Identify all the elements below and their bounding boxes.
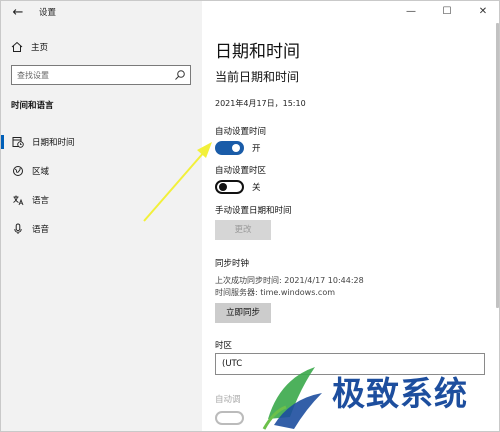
section-subtitle: 当前日期和时间: [215, 70, 300, 84]
calendar-clock-icon: [12, 137, 24, 148]
home-label: 主页: [31, 43, 49, 53]
auto-adjust-toggle[interactable]: [215, 411, 244, 425]
sync-now-button[interactable]: 立即同步: [215, 303, 271, 323]
change-button[interactable]: 更改: [215, 220, 271, 240]
search-input[interactable]: [17, 69, 167, 81]
section-heading: 时间和语言: [11, 101, 54, 111]
scrollbar[interactable]: [496, 23, 499, 308]
sidebar-item-label: 日期和时间: [32, 138, 75, 148]
sidebar-item-date-time[interactable]: 日期和时间: [1, 132, 202, 152]
sync-clock-label: 同步时钟: [215, 259, 250, 269]
back-arrow-icon[interactable]: ←: [9, 4, 27, 22]
home-icon: [11, 41, 23, 52]
sidebar-item-label: 区域: [32, 167, 50, 177]
sidebar-item-label: 语言: [32, 196, 50, 206]
manual-datetime-label: 手动设置日期和时间: [215, 206, 292, 216]
sidebar-item-speech[interactable]: 语音: [1, 219, 202, 239]
auto-time-toggle[interactable]: [215, 141, 244, 155]
minimize-button[interactable]: —: [393, 1, 429, 23]
sidebar-item-label: 语音: [32, 225, 50, 235]
watermark: 极致系统: [246, 353, 499, 431]
timezone-value: (UTC: [222, 359, 243, 369]
toggle-knob: [219, 183, 227, 191]
auto-timezone-state: 关: [252, 183, 261, 193]
title-bar: ← 设置: [1, 1, 202, 25]
sidebar-item-region[interactable]: 区域: [1, 161, 202, 181]
watermark-logo-icon: [262, 367, 322, 430]
time-server-text: 时间服务器: time.windows.com: [215, 288, 336, 297]
toggle-knob: [232, 144, 240, 152]
last-sync-text: 上次成功同步时间: 2021/4/17 10:44:28: [215, 276, 364, 285]
timezone-label: 时区: [215, 341, 233, 351]
auto-adjust-label: 自动调: [215, 395, 241, 405]
auto-time-state: 开: [252, 144, 261, 154]
globe-region-icon: [13, 166, 23, 176]
selected-indicator: [1, 135, 4, 149]
language-icon: [13, 195, 24, 206]
page-title: 日期和时间: [215, 42, 300, 62]
window-controls: — ☐ ✕: [393, 1, 499, 23]
sidebar: ← 设置 主页 时间和语言 日期: [1, 1, 202, 431]
sidebar-item-language[interactable]: 语言: [1, 190, 202, 210]
auto-timezone-toggle[interactable]: [215, 180, 244, 194]
search-box[interactable]: [11, 65, 191, 85]
auto-timezone-label: 自动设置时区: [215, 166, 267, 176]
auto-time-label: 自动设置时间: [215, 127, 267, 137]
home-link[interactable]: 主页: [11, 39, 48, 55]
microphone-icon: [14, 223, 22, 234]
search-icon[interactable]: [174, 69, 186, 81]
current-datetime: 2021年4月17日，15:10: [215, 99, 306, 108]
close-button[interactable]: ✕: [465, 1, 499, 23]
watermark-text: 极致系统: [332, 374, 468, 413]
app-title: 设置: [39, 8, 57, 18]
settings-window: ← 设置 主页 时间和语言 日期: [0, 0, 500, 432]
maximize-button[interactable]: ☐: [429, 1, 465, 23]
